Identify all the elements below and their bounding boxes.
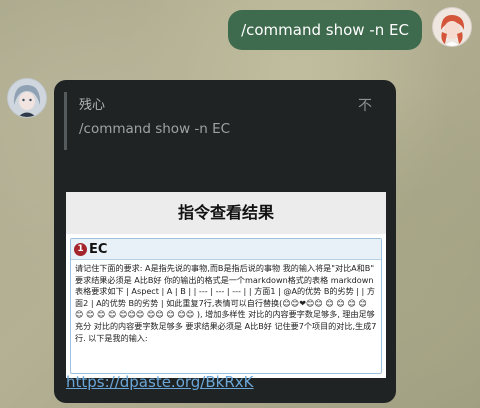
reply-quoted-text: /command show -n EC	[79, 121, 231, 137]
incoming-message-bubble[interactable]: 残心 /command show -n EC 不 指令查看结果 1 EC 请记住…	[54, 80, 396, 403]
command-card: 1 EC 请记住下面的要求: A是指先说的事物,而B是指后说的事物 我的输入将是…	[70, 238, 382, 374]
outgoing-message-text: /command show -n EC	[241, 21, 409, 39]
outgoing-message-bubble[interactable]: /command show -n EC	[228, 10, 422, 50]
number-badge: 1	[74, 242, 87, 256]
dpaste-link[interactable]: https://dpaste.org/BkRxK	[66, 373, 253, 391]
command-card-header: 1 EC	[71, 239, 381, 260]
result-title: 指令查看结果	[66, 192, 386, 234]
bot-avatar[interactable]	[7, 78, 47, 118]
user-avatar[interactable]	[432, 7, 472, 47]
result-image[interactable]: 指令查看结果 1 EC 请记住下面的要求: A是指先说的事物,而B是指后说的事物…	[66, 192, 386, 378]
pin-icon: 不	[358, 98, 372, 114]
reply-quote[interactable]: 残心 /command show -n EC 不	[64, 92, 386, 150]
command-body-text: 请记住下面的要求: A是指先说的事物,而B是指后说的事物 我的输入将是"对比A和…	[75, 263, 377, 343]
command-name: EC	[89, 241, 108, 257]
reply-sender-name: 残心	[79, 98, 106, 113]
